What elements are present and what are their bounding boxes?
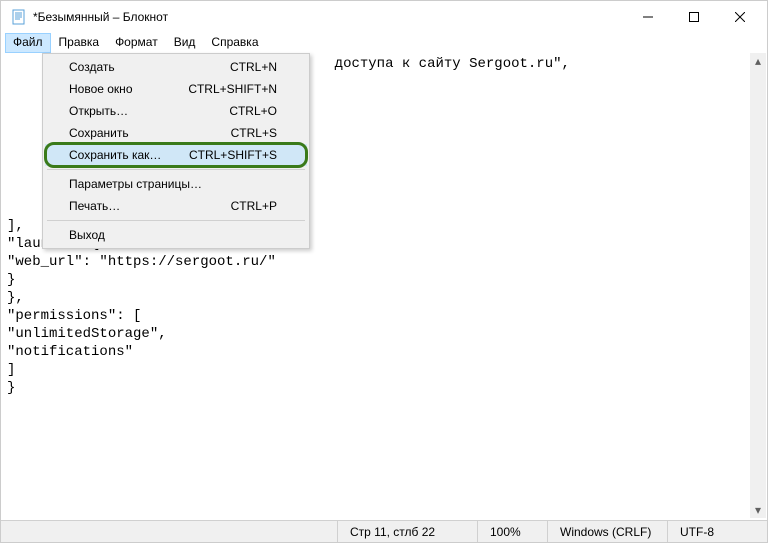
app-icon [11,9,27,25]
menu-edit[interactable]: Правка [51,33,108,53]
menu-item-label: Сохранить [69,126,129,140]
menu-item-shortcut: CTRL+S [231,126,277,140]
editor-line-partial: доступа к сайту Sergoot.ru", [326,56,570,72]
menu-format[interactable]: Формат [107,33,166,53]
menu-item-shortcut: CTRL+N [230,60,277,74]
maximize-button[interactable] [671,1,717,33]
status-position: Стр 11, стлб 22 [337,521,477,542]
menu-item-shortcut: CTRL+P [231,199,277,213]
menu-help[interactable]: Справка [203,33,266,53]
menu-item-label: Выход [69,228,105,242]
menu-view[interactable]: Вид [166,33,204,53]
close-button[interactable] [717,1,763,33]
scrollbar-vertical[interactable]: ▴ ▾ [750,53,766,518]
minimize-button[interactable] [625,1,671,33]
file-menu-dropdown: Создать CTRL+N Новое окно CTRL+SHIFT+N О… [42,53,310,249]
status-encoding: UTF-8 [667,521,767,542]
titlebar: *Безымянный – Блокнот [1,1,767,33]
menu-item-shortcut: CTRL+SHIFT+N [188,82,277,96]
menu-item-new-window[interactable]: Новое окно CTRL+SHIFT+N [45,78,307,100]
menu-item-save[interactable]: Сохранить CTRL+S [45,122,307,144]
status-zoom: 100% [477,521,547,542]
menu-item-label: Новое окно [69,82,133,96]
menu-item-label: Сохранить как… [69,148,161,162]
menu-item-print[interactable]: Печать… CTRL+P [45,195,307,217]
scroll-down-icon[interactable]: ▾ [750,502,766,518]
status-eol: Windows (CRLF) [547,521,667,542]
menu-item-label: Параметры страницы… [69,177,202,191]
menu-separator [47,169,305,170]
scroll-up-icon[interactable]: ▴ [750,53,766,69]
menu-item-shortcut: CTRL+O [229,104,277,118]
window-title: *Безымянный – Блокнот [33,10,625,24]
menu-file[interactable]: Файл [5,33,51,53]
menu-item-shortcut: CTRL+SHIFT+S [189,148,277,162]
menu-item-page-setup[interactable]: Параметры страницы… [45,173,307,195]
menu-item-label: Открыть… [69,104,128,118]
menubar: Файл Правка Формат Вид Справка [1,33,767,53]
menu-item-new[interactable]: Создать CTRL+N [45,56,307,78]
status-empty [1,521,337,542]
menu-item-save-as[interactable]: Сохранить как… CTRL+SHIFT+S [45,144,307,166]
menu-item-exit[interactable]: Выход [45,224,307,246]
statusbar: Стр 11, стлб 22 100% Windows (CRLF) UTF-… [1,520,767,542]
window-controls [625,1,763,33]
menu-item-label: Создать [69,60,115,74]
menu-item-open[interactable]: Открыть… CTRL+O [45,100,307,122]
menu-item-label: Печать… [69,199,120,213]
menu-separator [47,220,305,221]
